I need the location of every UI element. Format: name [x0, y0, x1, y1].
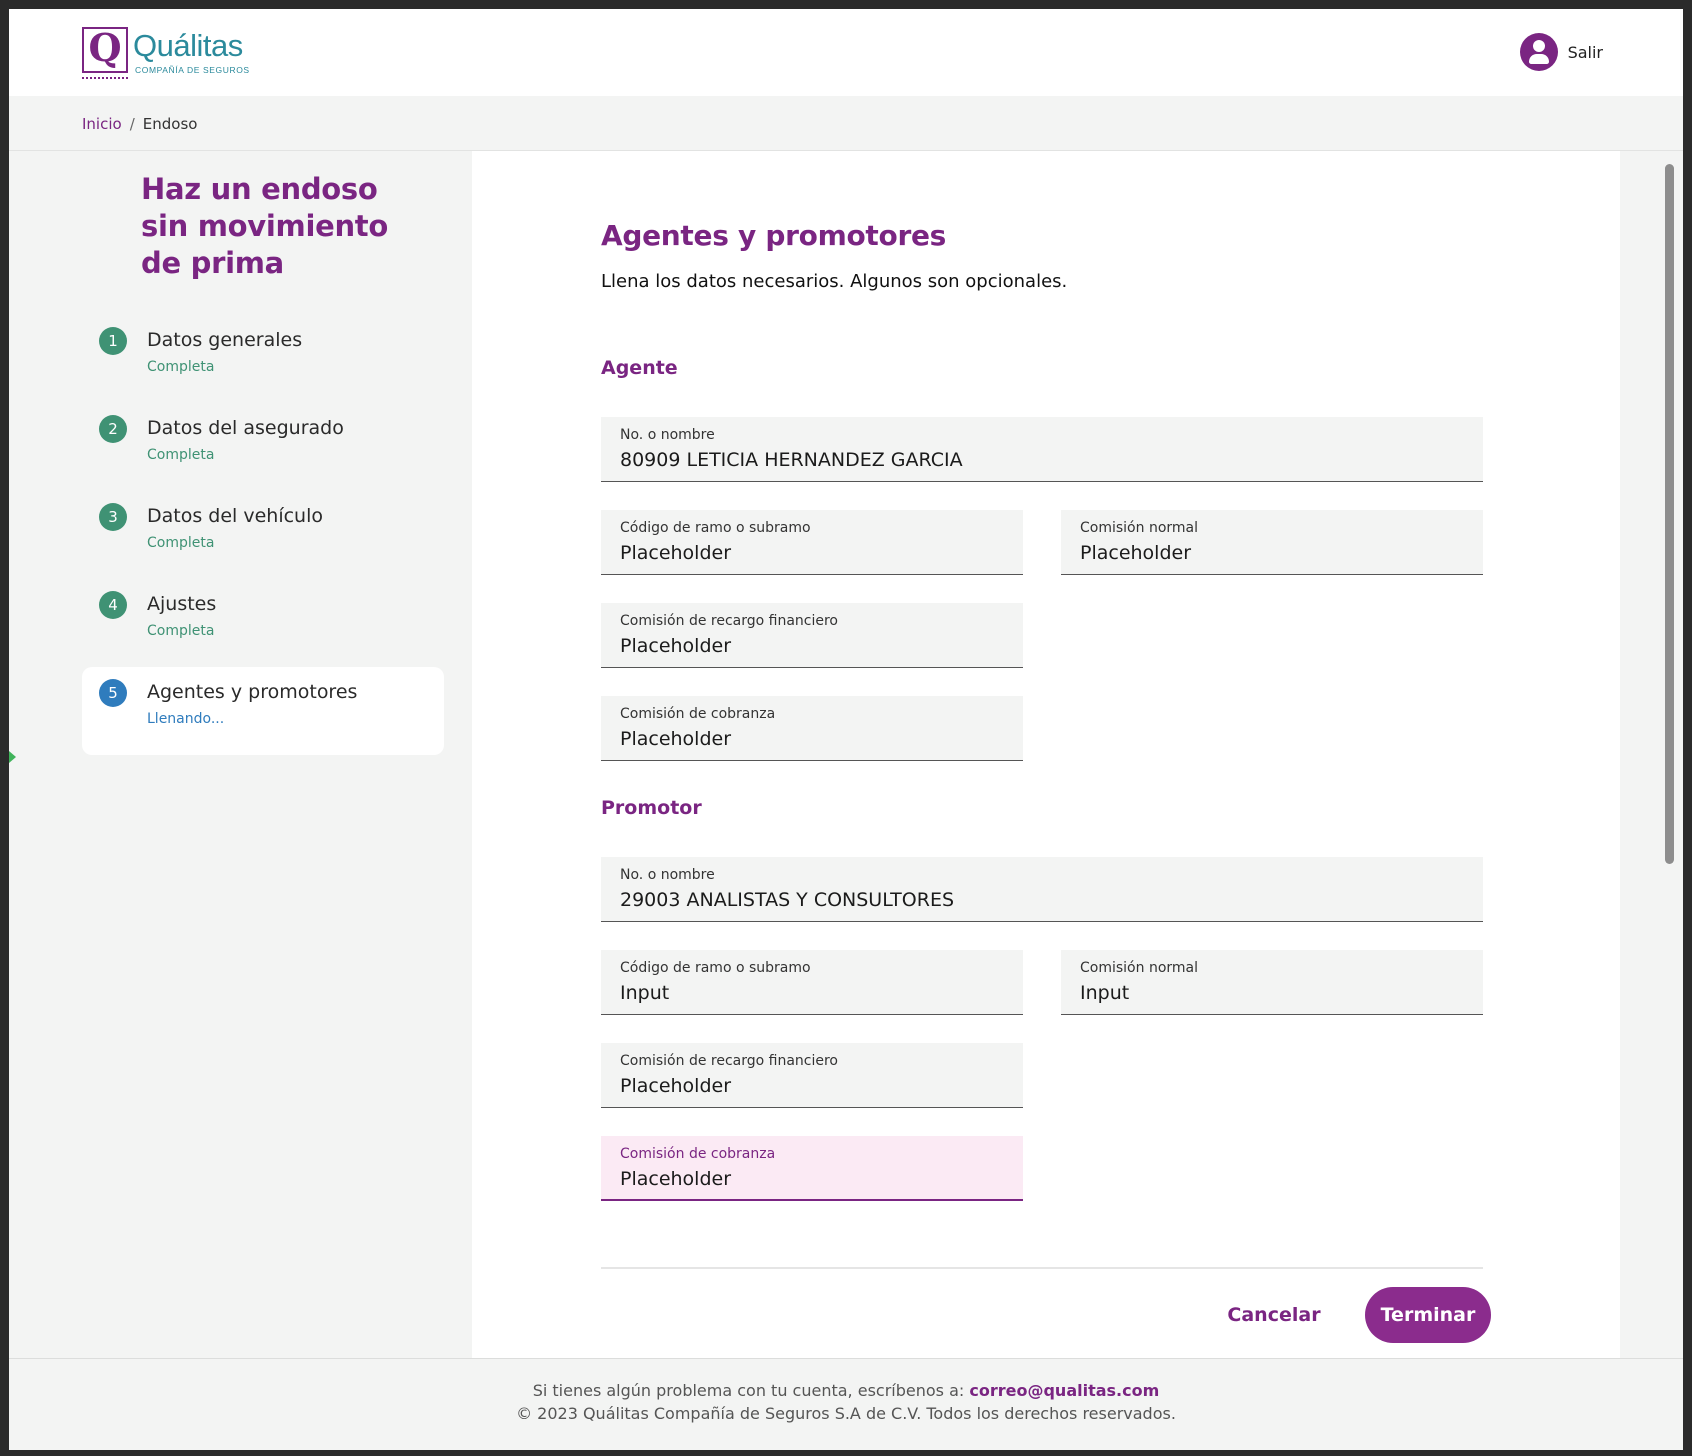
logout-button[interactable]: Salir [1519, 33, 1603, 71]
step-label: Datos del vehículo [147, 505, 324, 527]
promotor-codigo-field[interactable]: Código de ramo o subramo Input [601, 950, 1023, 1015]
logo-underline [82, 77, 128, 79]
field-value: Placeholder [620, 728, 732, 750]
step-label: Datos generales [147, 329, 303, 351]
qualitas-logo[interactable]: Q Quálitas COMPAÑÍA DE SEGUROS [82, 25, 252, 79]
step-datos-vehiculo[interactable]: 3 Datos del vehículo Completa [82, 491, 444, 579]
logo-subtitle: COMPAÑÍA DE SEGUROS [135, 65, 250, 75]
logo-q: Q [88, 25, 122, 70]
agente-recargo-field[interactable]: Comisión de recargo financiero Placehold… [601, 603, 1023, 668]
step-number: 4 [99, 591, 127, 619]
field-value: Placeholder [620, 542, 732, 564]
field-label: Código de ramo o subramo [620, 520, 811, 536]
step-status: Completa [147, 535, 215, 551]
step-status: Completa [147, 623, 215, 639]
field-value: 80909 LETICIA HERNANDEZ GARCIA [620, 449, 963, 471]
field-value: Input [1080, 982, 1130, 1004]
field-label: No. o nombre [620, 867, 715, 883]
field-label: Comisión de cobranza [620, 1146, 776, 1162]
footer-help-text: Si tienes algún problema con tu cuenta, … [532, 1381, 965, 1400]
field-value: Placeholder [620, 1075, 732, 1097]
field-value: 29003 ANALISTAS Y CONSULTORES [620, 889, 955, 911]
breadcrumb-home[interactable]: Inicio [82, 115, 122, 133]
step-agentes-promotores[interactable]: 5 Agentes y promotores Llenando... [82, 667, 444, 755]
sidebar-title: Haz un endoso sin movimiento de prima [141, 172, 388, 280]
promotor-cobranza-field[interactable]: Comisión de cobranza Placeholder [601, 1136, 1023, 1201]
field-value: Placeholder [620, 1168, 732, 1190]
field-value: Placeholder [1080, 542, 1192, 564]
page-title: Agentes y promotores [601, 219, 947, 252]
field-label: Comisión normal [1080, 960, 1198, 976]
step-status: Llenando... [147, 711, 225, 727]
logo-name: Quálitas [133, 28, 243, 63]
edge-indicator-icon [9, 751, 16, 763]
finish-button[interactable]: Terminar [1365, 1287, 1491, 1343]
logout-label: Salir [1567, 42, 1603, 62]
step-status: Completa [147, 359, 215, 375]
step-ajustes[interactable]: 4 Ajustes Completa [82, 579, 444, 667]
section-agente: Agente [601, 357, 678, 379]
agente-cobranza-field[interactable]: Comisión de cobranza Placeholder [601, 696, 1023, 761]
step-datos-asegurado[interactable]: 2 Datos del asegurado Completa [82, 403, 444, 491]
promotor-comision-normal-field[interactable]: Comisión normal Input [1061, 950, 1483, 1015]
cancel-button[interactable]: Cancelar [1204, 1287, 1344, 1343]
agente-nombre-field[interactable]: No. o nombre 80909 LETICIA HERNANDEZ GAR… [601, 417, 1483, 482]
logo-mark: Q [82, 25, 128, 73]
footer-copyright: © 2023 Quálitas Compañía de Seguros S.A … [516, 1404, 1176, 1423]
field-label: Comisión de cobranza [620, 706, 776, 722]
step-label: Datos del asegurado [147, 417, 344, 439]
field-label: Comisión de recargo financiero [620, 613, 838, 629]
step-label: Ajustes [147, 593, 217, 615]
page-intro: Llena los datos necesarios. Algunos son … [601, 271, 1068, 292]
step-datos-generales[interactable]: 1 Datos generales Completa [82, 315, 444, 403]
breadcrumb-current: Endoso [142, 115, 198, 133]
step-status: Completa [147, 447, 215, 463]
promotor-recargo-field[interactable]: Comisión de recargo financiero Placehold… [601, 1043, 1023, 1108]
agente-comision-normal-field[interactable]: Comisión normal Placeholder [1061, 510, 1483, 575]
promotor-nombre-field[interactable]: No. o nombre 29003 ANALISTAS Y CONSULTOR… [601, 857, 1483, 922]
step-number: 2 [99, 415, 127, 443]
field-label: No. o nombre [620, 427, 715, 443]
form-panel: Agentes y promotores Llena los datos nec… [472, 151, 1620, 1358]
field-value: Input [620, 982, 670, 1004]
field-value: Placeholder [620, 635, 732, 657]
user-circle-icon [1519, 33, 1558, 71]
vertical-scrollbar[interactable] [1665, 164, 1674, 864]
step-number: 1 [99, 327, 127, 355]
stepper: 1 Datos generales Completa 2 Datos del a… [82, 315, 444, 755]
section-promotor: Promotor [601, 797, 702, 819]
footer-email-link[interactable]: correo@qualitas.com [969, 1381, 1159, 1400]
top-bar: Q Quálitas COMPAÑÍA DE SEGUROS Salir [9, 9, 1683, 96]
breadcrumb: Inicio / Endoso [82, 115, 197, 133]
breadcrumb-separator: / [129, 115, 135, 133]
footer-divider [9, 1358, 1683, 1359]
step-label: Agentes y promotores [147, 681, 358, 703]
field-label: Comisión normal [1080, 520, 1198, 536]
actions-divider [601, 1267, 1483, 1269]
agente-codigo-field[interactable]: Código de ramo o subramo Placeholder [601, 510, 1023, 575]
step-number: 5 [99, 679, 127, 707]
app-frame: Q Quálitas COMPAÑÍA DE SEGUROS Salir Ini… [9, 9, 1683, 1450]
footer-help: Si tienes algún problema con tu cuenta, … [9, 1381, 1683, 1400]
step-number: 3 [99, 503, 127, 531]
field-label: Comisión de recargo financiero [620, 1053, 838, 1069]
field-label: Código de ramo o subramo [620, 960, 811, 976]
